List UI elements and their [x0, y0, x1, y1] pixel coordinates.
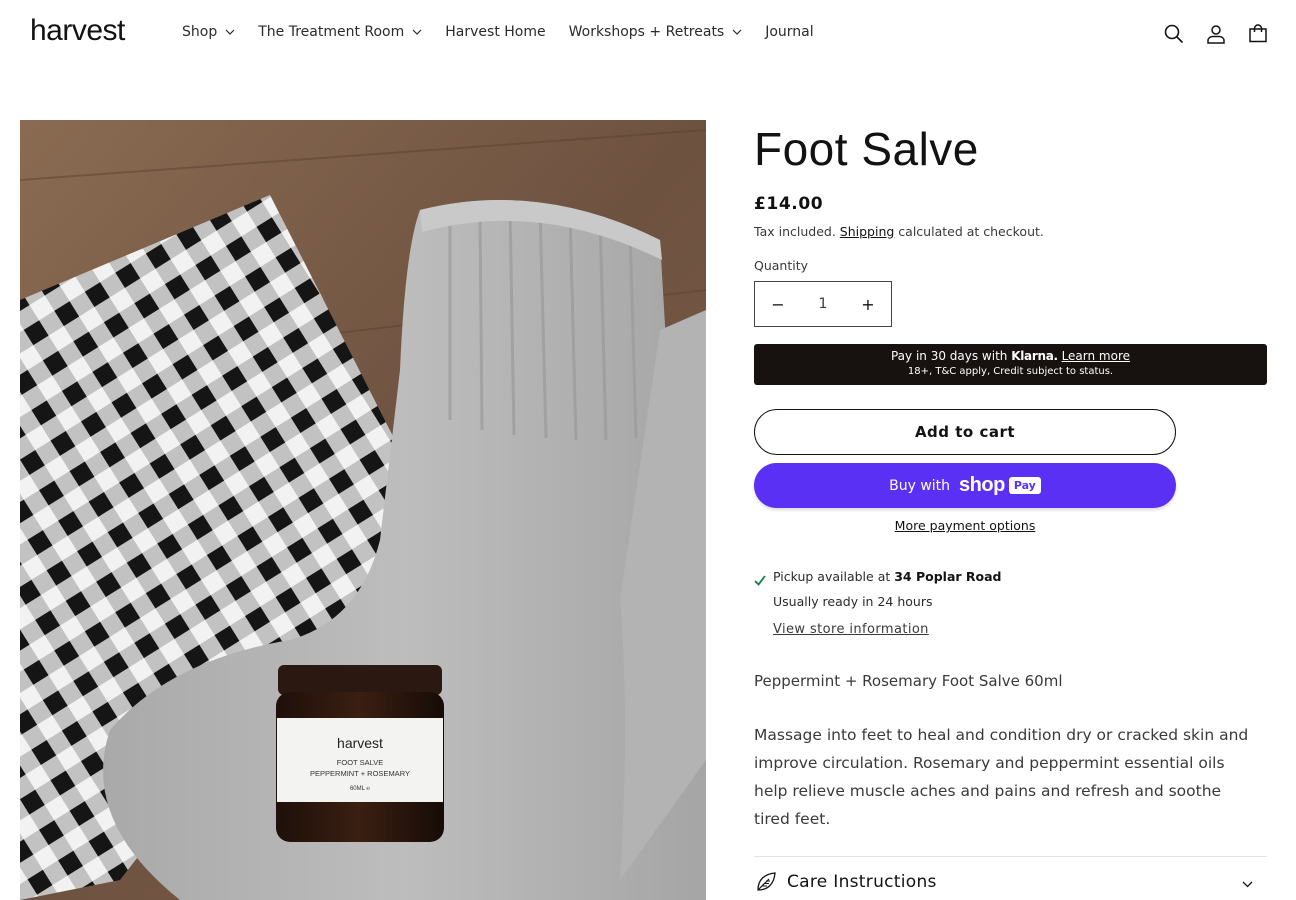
leaf-icon [754, 870, 778, 894]
pay-badge: Pay [1008, 477, 1041, 494]
klarna-learn-more-link[interactable]: Learn more [1062, 349, 1130, 363]
buy-with-label: Buy with [889, 477, 951, 494]
chevron-down-icon [412, 27, 422, 37]
pickup-prefix: Pickup available at [773, 569, 891, 584]
tax-suffix: calculated at checkout. [898, 224, 1044, 239]
shipping-link[interactable]: Shipping [840, 224, 895, 239]
klarna-terms: 18+, T&C apply, Credit subject to status… [907, 366, 1114, 377]
accordion-label: Care Instructions [787, 872, 937, 892]
quantity-decrease-button[interactable]: − [755, 282, 801, 326]
tax-note: Tax included. Shipping calculated at che… [754, 224, 1267, 239]
jar-line2: PEPPERMINT + ROSEMARY [310, 769, 410, 778]
product-info: Foot Salve £14.00 Tax included. Shipping… [754, 120, 1267, 900]
pickup-ready-time: Usually ready in 24 hours [773, 594, 933, 609]
quantity-input[interactable]: 1 [803, 296, 843, 312]
main-nav: Shop The Treatment Room Harvest Home Wor… [182, 24, 837, 40]
nav-item-label: Workshops + Retreats [568, 24, 725, 40]
header-icons [1144, 22, 1270, 46]
pickup-location: 34 Poplar Road [894, 569, 1002, 584]
check-icon [754, 571, 766, 590]
pickup-status: Pickup available at 34 Poplar Road [773, 569, 1267, 584]
nav-item-journal[interactable]: Journal [765, 24, 813, 40]
add-to-cart-button[interactable]: Add to cart [754, 409, 1176, 455]
nav-item-shop[interactable]: Shop [182, 24, 235, 40]
salve-jar: harvest FOOT SALVE PEPPERMINT + ROSEMARY… [276, 665, 444, 842]
site-header: harvest Shop The Treatment Room Harvest … [0, 0, 1296, 70]
chevron-down-icon [225, 27, 235, 37]
chevron-down-icon [732, 27, 742, 37]
jar-brand: harvest [337, 735, 383, 751]
product-price: £14.00 [754, 194, 824, 214]
nav-item-treatment-room[interactable]: The Treatment Room [258, 24, 422, 40]
nav-item-workshops[interactable]: Workshops + Retreats [569, 24, 743, 40]
care-instructions-accordion[interactable]: Care Instructions [754, 856, 1267, 900]
quantity-label: Quantity [754, 258, 809, 273]
more-payment-options-link[interactable]: More payment options [895, 518, 1036, 533]
cart-icon[interactable] [1246, 22, 1270, 46]
shop-pay-button[interactable]: Buy with shop Pay [754, 463, 1176, 508]
product-image[interactable]: harvest FOOT SALVE PEPPERMINT + ROSEMARY… [20, 120, 706, 900]
klarna-line1: Pay in 30 days with Klarna. Learn more [754, 349, 1267, 363]
chevron-down-icon [1242, 873, 1253, 892]
site-logo[interactable]: harvest [30, 14, 125, 48]
store-info: View store information [773, 622, 1267, 637]
nav-item-harvest-home[interactable]: Harvest Home [445, 24, 545, 40]
jar-line1: FOOT SALVE [337, 758, 383, 767]
nav-item-label: Shop [182, 24, 218, 40]
nav-item-label: The Treatment Room [258, 24, 405, 40]
nav-item-label: Journal [765, 24, 814, 40]
nav-item-label: Harvest Home [445, 24, 546, 40]
product-description: Massage into feet to heal and condition … [754, 726, 1249, 828]
more-payment-options: More payment options [754, 518, 1176, 533]
quantity-increase-button[interactable]: + [845, 282, 891, 326]
product-title: Foot Salve [754, 123, 979, 175]
klarna-prefix: Pay in 30 days with [890, 349, 1008, 363]
product-photo: harvest FOOT SALVE PEPPERMINT + ROSEMARY… [20, 120, 706, 900]
account-icon[interactable] [1204, 22, 1228, 46]
klarna-logo: Klarna. [1011, 349, 1058, 363]
klarna-banner: Pay in 30 days with Klarna. Learn more 1… [754, 344, 1267, 385]
product-subheading: Peppermint + Rosemary Foot Salve 60ml [754, 672, 1063, 690]
pickup-availability: Pickup available at 34 Poplar Road Usual… [754, 569, 1267, 637]
search-icon[interactable] [1162, 22, 1186, 46]
tax-prefix: Tax included. [754, 224, 836, 239]
shop-logo: shop [959, 474, 1005, 496]
quantity-stepper: − 1 + [754, 281, 892, 327]
jar-line3: 60ML ℮ [350, 786, 370, 792]
view-store-information-link[interactable]: View store information [773, 622, 929, 637]
